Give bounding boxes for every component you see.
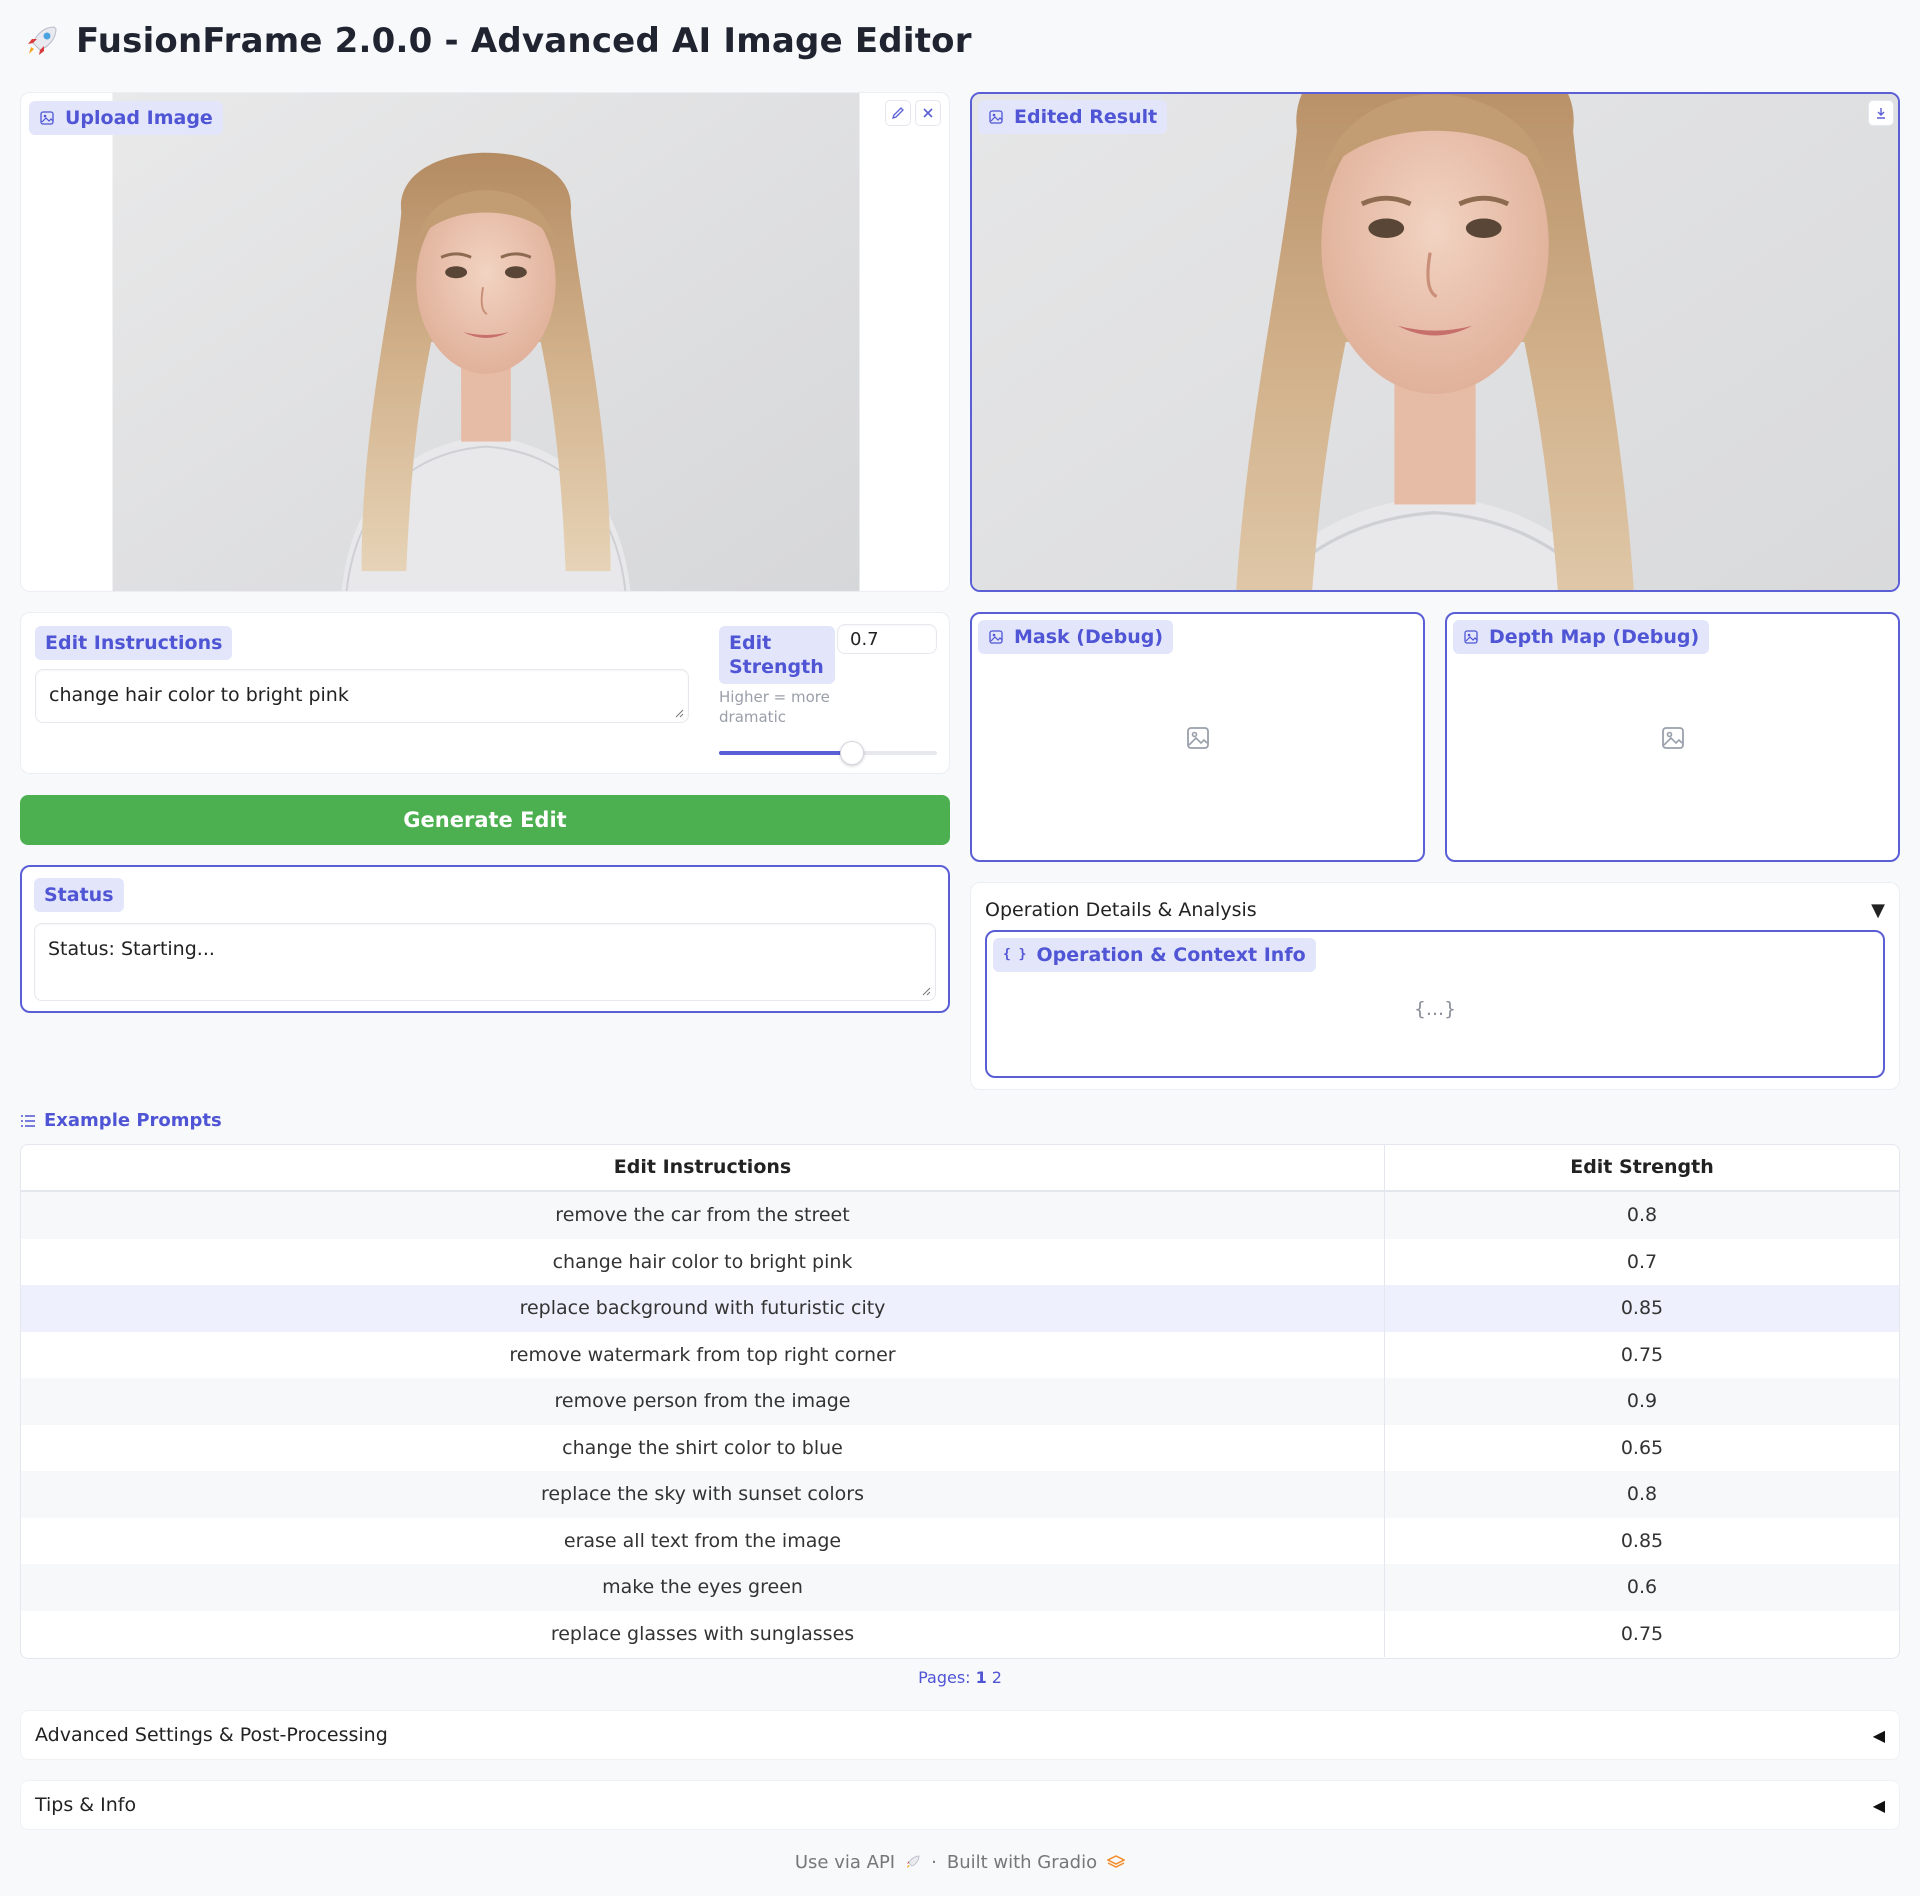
close-icon [923, 108, 933, 118]
page-title: FusionFrame 2.0.0 - Advanced AI Image Ed… [76, 21, 972, 61]
edit-controls-panel: Edit Instructions change hair color to b… [20, 612, 950, 774]
table-row[interactable]: remove the car from the street 0.8 [21, 1192, 1899, 1239]
table-row[interactable]: change the shirt color to blue 0.65 [21, 1424, 1899, 1471]
footer-separator: · [931, 1851, 937, 1873]
json-placeholder: {...} [1413, 998, 1457, 1020]
table-row[interactable]: erase all text from the image 0.85 [21, 1517, 1899, 1564]
resize-handle-icon[interactable] [921, 986, 931, 996]
chevron-down-icon: ▼ [1871, 899, 1885, 921]
upload-image-label: Upload Image [29, 101, 223, 135]
image-icon [989, 630, 1003, 644]
edit-instructions-input[interactable]: change hair color to bright pink [35, 669, 689, 723]
example-prompts-table: Edit Instructions Edit Strength remove t… [20, 1144, 1900, 1659]
page-2-link[interactable]: 2 [992, 1668, 1002, 1687]
clear-image-button[interactable] [915, 100, 941, 126]
use-via-api-link[interactable]: Use via API [795, 1852, 895, 1873]
example-prompts-label: Example Prompts [20, 1110, 222, 1131]
status-label: Status [34, 878, 124, 912]
edit-strength-slider-thumb[interactable] [840, 741, 864, 765]
chevron-left-icon: ◀ [1872, 1795, 1885, 1815]
download-icon [1877, 108, 1885, 119]
page-header: FusionFrame 2.0.0 - Advanced AI Image Ed… [24, 18, 972, 64]
page-1-link[interactable]: 1 [976, 1668, 987, 1687]
table-row[interactable]: remove watermark from top right corner 0.… [21, 1331, 1899, 1378]
tips-info-accordion[interactable]: Tips & Info ◀ [20, 1780, 1900, 1830]
image-icon [1464, 630, 1478, 644]
image-icon [40, 111, 54, 125]
advanced-settings-accordion[interactable]: Advanced Settings & Post-Processing ◀ [20, 1710, 1900, 1760]
table-row[interactable]: replace the sky with sunset colors 0.8 [21, 1471, 1899, 1518]
depth-map-debug-label: Depth Map (Debug) [1453, 620, 1710, 654]
operation-details-accordion: Operation Details & Analysis ▼ { } Opera… [970, 882, 1900, 1090]
image-icon [989, 110, 1003, 124]
edited-result-label: Edited Result [978, 100, 1168, 134]
image-placeholder-icon [1662, 727, 1684, 749]
operation-details-header[interactable]: Operation Details & Analysis ▼ [985, 895, 1885, 925]
result-photo [972, 94, 1898, 590]
status-output[interactable]: Status: Starting... [34, 923, 936, 1001]
column-header-edit-instructions[interactable]: Edit Instructions [21, 1145, 1385, 1190]
operation-context-json-panel: { } Operation & Context Info {...} [985, 930, 1885, 1078]
uploaded-photo [111, 93, 861, 591]
pagination: Pages: 1 2 [0, 1668, 1920, 1687]
table-row[interactable]: replace background with futuristic city 0… [21, 1285, 1899, 1332]
table-row[interactable]: change hair color to bright pink 0.7 [21, 1238, 1899, 1285]
edit-strength-info: Higher = more dramatic [719, 688, 830, 726]
edit-instructions-label: Edit Instructions [35, 626, 233, 660]
footer: Use via API · Built with Gradio [0, 1848, 1920, 1876]
download-button[interactable] [1868, 100, 1894, 126]
pagination-label: Pages: [918, 1668, 971, 1687]
rocket-icon [907, 1855, 920, 1868]
image-placeholder-icon [1187, 727, 1209, 749]
built-with-gradio-link[interactable]: Built with Gradio [947, 1852, 1097, 1873]
table-row[interactable]: remove person from the image 0.9 [21, 1378, 1899, 1425]
table-row[interactable]: replace glasses with sunglasses 0.75 [21, 1610, 1899, 1657]
mask-debug-panel: Mask (Debug) [970, 612, 1425, 862]
json-icon: { } [1003, 947, 1027, 962]
pencil-icon [891, 107, 904, 120]
edit-strength-label: Edit Strength [719, 626, 835, 684]
table-row[interactable]: make the eyes green 0.6 [21, 1564, 1899, 1611]
rocket-icon [28, 26, 57, 55]
list-icon [21, 1114, 35, 1127]
chevron-left-icon: ◀ [1872, 1725, 1885, 1745]
operation-context-label: { } Operation & Context Info [993, 938, 1316, 972]
depth-map-debug-panel: Depth Map (Debug) [1445, 612, 1900, 862]
edited-result-panel: Edited Result [970, 92, 1900, 592]
gradio-logo-icon [1107, 1855, 1126, 1868]
edit-strength-number[interactable]: 0.7 [837, 624, 937, 654]
mask-debug-label: Mask (Debug) [978, 620, 1174, 654]
status-panel: Status Status: Starting... [20, 865, 950, 1013]
upload-image-panel[interactable]: Upload Image [20, 92, 950, 592]
edit-image-button[interactable] [885, 100, 911, 126]
table-header-row: Edit Instructions Edit Strength [21, 1145, 1899, 1192]
edit-strength-slider-fill [719, 751, 852, 755]
generate-edit-button[interactable]: Generate Edit [20, 795, 950, 845]
resize-handle-icon[interactable] [674, 708, 684, 718]
column-header-edit-strength[interactable]: Edit Strength [1385, 1145, 1899, 1190]
